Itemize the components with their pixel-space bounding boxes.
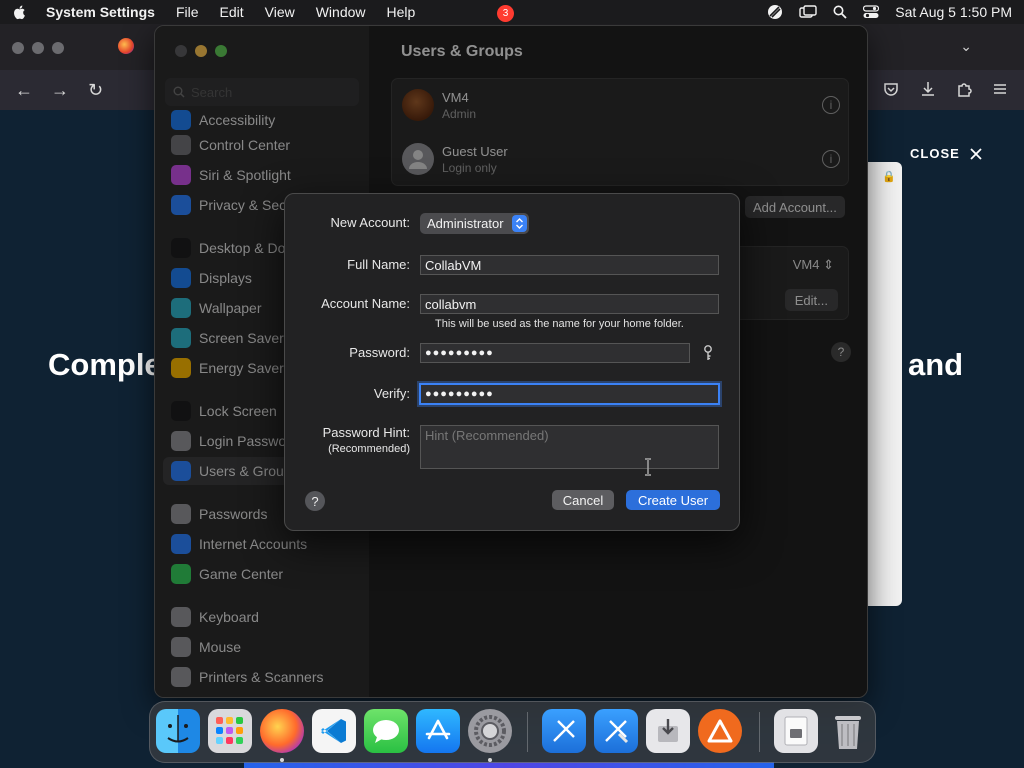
notification-badge: 3 (497, 5, 514, 22)
firefox-tab-icon[interactable] (118, 38, 134, 54)
launchpad-app-icon[interactable] (208, 709, 252, 753)
menu-help[interactable]: Help (387, 4, 416, 20)
account-name-label: Account Name: (321, 296, 410, 311)
home-folder-note: This will be used as the name for your h… (435, 318, 684, 330)
pocket-icon[interactable] (882, 80, 900, 98)
password-hint-sub-label: (Recommended) (328, 443, 410, 455)
hero-heading-right: and (908, 347, 964, 382)
system-settings-app-icon[interactable] (468, 709, 512, 753)
menu-clock[interactable]: Sat Aug 5 1:50 PM (895, 4, 1012, 20)
messages-app-icon[interactable] (364, 709, 408, 753)
sheet-help-icon[interactable]: ? (305, 491, 325, 511)
account-type-popup[interactable]: Administrator (420, 213, 529, 234)
forward-arrow-icon[interactable]: → (51, 80, 69, 101)
installer-app-icon[interactable] (646, 709, 690, 753)
dock (149, 701, 876, 763)
spotlight-search-icon[interactable] (833, 5, 847, 19)
account-name-field[interactable] (420, 294, 719, 314)
app-store-app-icon[interactable] (416, 709, 460, 753)
hero-heading-left: Comple (48, 347, 162, 382)
xcode-app-icon[interactable] (594, 709, 638, 753)
screen-mirroring-icon[interactable] (799, 5, 817, 19)
trash-icon[interactable] (826, 709, 870, 753)
downloads-icon[interactable] (919, 80, 937, 98)
menu-view[interactable]: View (265, 4, 295, 20)
popup-stepper-icon (511, 215, 527, 232)
create-user-button[interactable]: Create User (626, 490, 720, 510)
cancel-button[interactable]: Cancel (552, 490, 614, 510)
full-name-field[interactable] (420, 255, 719, 275)
menu-edit[interactable]: Edit (220, 4, 244, 20)
menu-file[interactable]: File (176, 4, 199, 20)
finder-app-icon[interactable] (156, 709, 200, 753)
browser-minimize-dot[interactable] (32, 42, 44, 54)
avast-app-icon[interactable] (698, 709, 742, 753)
menu-app-name[interactable]: System Settings (46, 4, 155, 20)
dock-separator (759, 712, 760, 752)
running-indicator (280, 758, 284, 762)
vpn-status-icon[interactable] (767, 4, 783, 20)
hamburger-menu-icon[interactable] (991, 80, 1009, 98)
account-type-value: Administrator (427, 216, 504, 231)
running-indicator (488, 758, 492, 762)
password-label: Password: (349, 345, 410, 360)
password-hint-label: Password Hint: (322, 425, 410, 440)
menu-window[interactable]: Window (316, 4, 366, 20)
verify-password-field[interactable] (419, 383, 720, 405)
verify-label: Verify: (373, 386, 410, 401)
reload-icon[interactable]: ↻ (88, 80, 103, 101)
apple-menu-icon[interactable] (12, 4, 28, 20)
browser-close-dot[interactable] (12, 42, 24, 54)
password-assistant-key-icon[interactable] (701, 344, 715, 362)
vscode-app-icon[interactable] (312, 709, 356, 753)
background-modal-panel: 🔒 (868, 162, 902, 606)
downloads-stack-icon[interactable] (774, 709, 818, 753)
full-name-label: Full Name: (347, 257, 410, 272)
firefox-app-icon[interactable] (260, 709, 304, 753)
close-icon (970, 147, 982, 160)
control-center-icon[interactable] (863, 5, 880, 19)
password-field[interactable] (420, 343, 690, 363)
close-overlay-link[interactable]: CLOSE (910, 146, 982, 161)
password-hint-field[interactable] (420, 425, 719, 469)
text-cursor-icon (645, 458, 651, 476)
browser-zoom-dot[interactable] (52, 42, 64, 54)
tab-list-chevron-icon[interactable]: ⌄ (960, 38, 972, 55)
close-label: CLOSE (910, 146, 960, 161)
new-account-label: New Account: (330, 215, 411, 230)
dock-separator (527, 712, 528, 752)
back-arrow-icon[interactable]: ← (15, 80, 33, 101)
new-account-sheet: New Account: Administrator Full Name: Ac… (284, 193, 740, 531)
xcode-instruments-app-icon[interactable] (542, 709, 586, 753)
lock-icon: 🔒 (882, 171, 896, 183)
extensions-icon[interactable] (955, 80, 973, 98)
